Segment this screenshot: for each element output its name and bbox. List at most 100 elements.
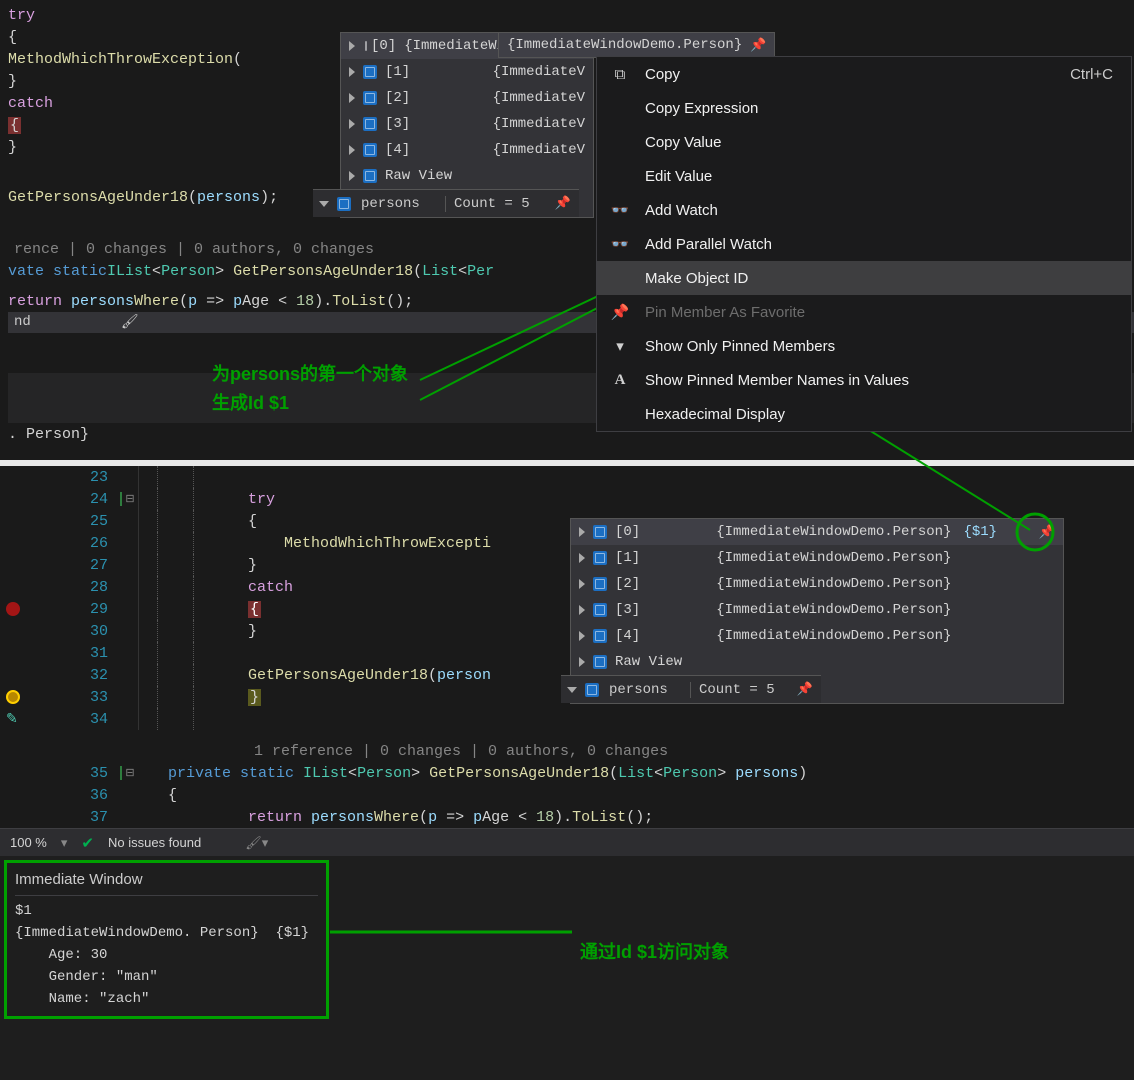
pin-icon: 📌 — [609, 303, 631, 321]
expand-icon[interactable] — [567, 687, 577, 693]
zoom-level[interactable]: 100 % — [10, 835, 47, 850]
line-number: 26 — [90, 535, 108, 552]
line-number: 36 — [90, 787, 108, 804]
line-number: 24 — [90, 491, 108, 508]
object-icon — [363, 65, 377, 79]
datatip-row[interactable]: [2]{ImmediateV — [341, 85, 593, 111]
expand-icon[interactable] — [349, 145, 355, 155]
expand-icon[interactable] — [579, 553, 585, 563]
immediate-window-panel: Immediate Window $1 {ImmediateWindowDemo… — [0, 860, 1134, 1080]
datatip-row[interactable]: [4]{ImmediateV — [341, 137, 593, 163]
line-number: 34 — [90, 711, 108, 728]
datatip-footer: personsCount = 5📌 — [313, 189, 579, 217]
ctx-show-pinned-names[interactable]: AShow Pinned Member Names in Values — [597, 363, 1131, 397]
line-number: 32 — [90, 667, 108, 684]
glasses-icon: 👓 — [609, 201, 631, 219]
pin-icon[interactable]: 📌 — [797, 682, 813, 697]
brace: } — [8, 73, 17, 90]
no-issues-label: No issues found — [108, 835, 201, 850]
line-number: 33 — [90, 689, 108, 706]
pin-icon[interactable]: 📌 — [1039, 525, 1055, 540]
status-bar: 100 % ▾ ✔ No issues found 🖌▾ — [0, 828, 1134, 856]
codelens[interactable]: 1 reference | 0 changes | 0 authors, 0 c… — [254, 743, 668, 760]
line-number: 28 — [90, 579, 108, 596]
chevron-down-icon[interactable]: ▾ — [61, 835, 68, 851]
brace-highlighted: { — [8, 117, 21, 134]
ctx-hex-display[interactable]: Hexadecimal Display — [597, 397, 1131, 431]
line-number: 25 — [90, 513, 108, 530]
pin-icon[interactable]: 📌 — [750, 38, 766, 53]
datatip-persons-lower[interactable]: [0]{ImmediateWindowDemo.Person}{$1}📌 [1]… — [570, 518, 1064, 704]
expand-icon[interactable] — [579, 657, 585, 667]
ctx-show-only-pinned[interactable]: ▾Show Only Pinned Members — [597, 329, 1131, 363]
filter-icon: ▾ — [609, 337, 631, 355]
datatip-footer: personsCount = 5📌 — [561, 675, 821, 703]
datatip-row[interactable]: [3]{ImmediateV — [341, 111, 593, 137]
object-icon — [337, 197, 351, 211]
line-number: 23 — [90, 469, 108, 486]
datatip-row-raw[interactable]: Raw View — [341, 163, 593, 189]
line-number: 35 — [90, 765, 108, 782]
panel-title: Immediate Window — [15, 869, 318, 896]
annotation-label: 为persons的第一个对象 生成Id $1 — [212, 360, 408, 418]
object-icon — [593, 551, 607, 565]
line-number: 27 — [90, 557, 108, 574]
expand-icon[interactable] — [349, 119, 355, 129]
ctx-add-parallel-watch[interactable]: 👓Add Parallel Watch — [597, 227, 1131, 261]
context-menu[interactable]: ⧉CopyCtrl+C Copy Expression Copy Value E… — [596, 56, 1132, 432]
expand-icon[interactable] — [349, 171, 355, 181]
datatip-row-raw[interactable]: Raw View — [571, 649, 1063, 675]
brush-icon[interactable]: 🖌 — [121, 314, 139, 331]
line-number: 37 — [90, 809, 108, 826]
expand-icon[interactable] — [579, 605, 585, 615]
datatip-persons[interactable]: [0]{ImmediateWindowDemo.Person} [1]{Imme… — [340, 32, 594, 218]
line-number: 30 — [90, 623, 108, 640]
datatip-row[interactable]: [3]{ImmediateWindowDemo.Person} — [571, 597, 1063, 623]
ctx-pin-member: 📌Pin Member As Favorite — [597, 295, 1131, 329]
text-a-icon: A — [609, 372, 631, 389]
expand-icon[interactable] — [349, 93, 355, 103]
object-icon — [363, 169, 377, 183]
breakpoint-icon[interactable] — [6, 602, 20, 616]
ctx-add-watch[interactable]: 👓Add Watch — [597, 193, 1131, 227]
current-statement-icon[interactable] — [6, 690, 20, 704]
expand-icon[interactable] — [579, 579, 585, 589]
edit-icon[interactable]: ✎ — [6, 711, 18, 728]
method-call: MethodWhichThrowException — [8, 51, 233, 68]
expand-icon[interactable] — [349, 67, 355, 77]
copy-icon: ⧉ — [609, 66, 631, 83]
annotation-label: 通过Id $1访问对象 — [580, 938, 729, 967]
expand-icon[interactable] — [319, 201, 329, 207]
object-id-badge: {$1} — [963, 524, 997, 540]
ctx-copy-value[interactable]: Copy Value — [597, 125, 1131, 159]
object-icon — [585, 683, 599, 697]
expand-icon[interactable] — [349, 41, 355, 51]
keyword-catch: catch — [8, 95, 53, 112]
ctx-edit-value[interactable]: Edit Value — [597, 159, 1131, 193]
ctx-copy[interactable]: ⧉CopyCtrl+C — [597, 57, 1131, 91]
pin-icon[interactable]: 📌 — [555, 196, 571, 211]
datatip-row[interactable]: [1]{ImmediateV — [341, 59, 593, 85]
datatip-row[interactable]: [4]{ImmediateWindowDemo.Person} — [571, 623, 1063, 649]
object-icon — [593, 577, 607, 591]
immediate-window[interactable]: Immediate Window $1 {ImmediateWindowDemo… — [4, 860, 329, 1019]
object-icon — [363, 91, 377, 105]
tab-label[interactable]: nd — [14, 314, 31, 331]
brace: } — [8, 139, 17, 156]
keyword-try: try — [8, 7, 35, 24]
immediate-output: $1 {ImmediateWindowDemo. Person} {$1} Ag… — [15, 900, 318, 1010]
brace: { — [8, 29, 17, 46]
ctx-make-object-id[interactable]: Make Object ID — [597, 261, 1131, 295]
brush-icon[interactable]: 🖌▾ — [245, 835, 268, 851]
line-number: 29 — [90, 601, 108, 618]
expand-icon[interactable] — [579, 527, 585, 537]
expand-icon[interactable] — [579, 631, 585, 641]
datatip-row[interactable]: [1]{ImmediateWindowDemo.Person} — [571, 545, 1063, 571]
ctx-copy-expression[interactable]: Copy Expression — [597, 91, 1131, 125]
check-icon: ✔ — [81, 834, 94, 852]
datatip-row[interactable]: [2]{ImmediateWindowDemo.Person} — [571, 571, 1063, 597]
datatip-row[interactable]: [0]{ImmediateWindowDemo.Person}{$1}📌 — [571, 519, 1063, 545]
object-icon — [593, 603, 607, 617]
object-icon — [593, 655, 607, 669]
lower-code-editor: 23 24⊟try 25{ 26 MethodWhichThrowExcepti… — [0, 460, 1134, 828]
